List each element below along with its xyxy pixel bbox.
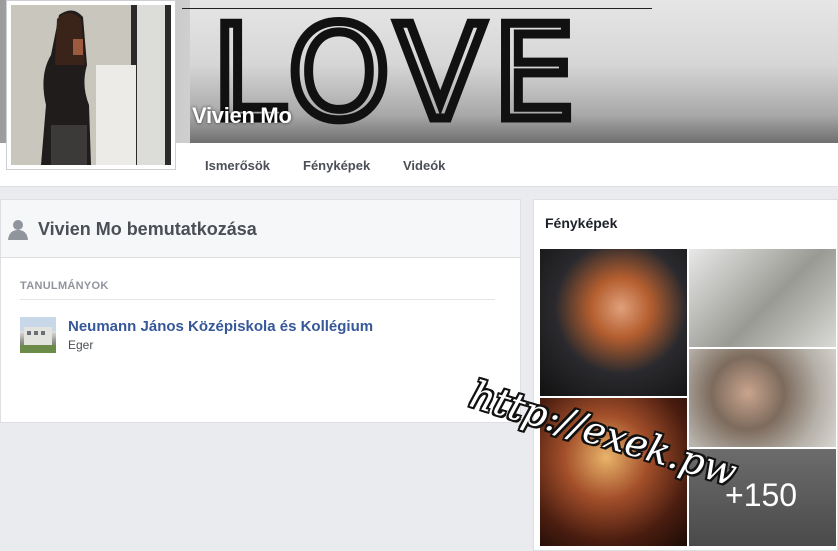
- person-icon: [8, 220, 28, 240]
- intro-header: Vivien Mo bemutatkozása: [1, 200, 520, 258]
- profile-picture[interactable]: [6, 0, 176, 170]
- school-link[interactable]: Neumann János Középiskola és Kollégium: [68, 318, 373, 335]
- tab-friends[interactable]: Ismerősök: [205, 158, 270, 173]
- tab-videos[interactable]: Videók: [403, 158, 445, 173]
- intro-card: Vivien Mo bemutatkozása TANULMÁNYOK Neum…: [0, 199, 521, 423]
- intro-title: Vivien Mo bemutatkozása: [38, 219, 257, 239]
- section-divider: [20, 299, 495, 300]
- photos-card: Fényképek +150: [533, 199, 838, 551]
- photo-thumbnail[interactable]: [689, 249, 836, 347]
- profile-name[interactable]: Vivien Mo: [192, 103, 292, 129]
- school-thumbnail[interactable]: [20, 317, 56, 353]
- more-photos-count: +150: [725, 477, 798, 513]
- education-label: TANULMÁNYOK: [20, 280, 109, 292]
- photos-title[interactable]: Fényképek: [545, 215, 617, 231]
- school-city: Eger: [68, 338, 94, 352]
- tab-photos[interactable]: Fényképek: [303, 158, 370, 173]
- photo-thumbnail[interactable]: [540, 249, 687, 396]
- photo-thumbnail[interactable]: [689, 349, 836, 447]
- profile-picture-image: [11, 5, 171, 165]
